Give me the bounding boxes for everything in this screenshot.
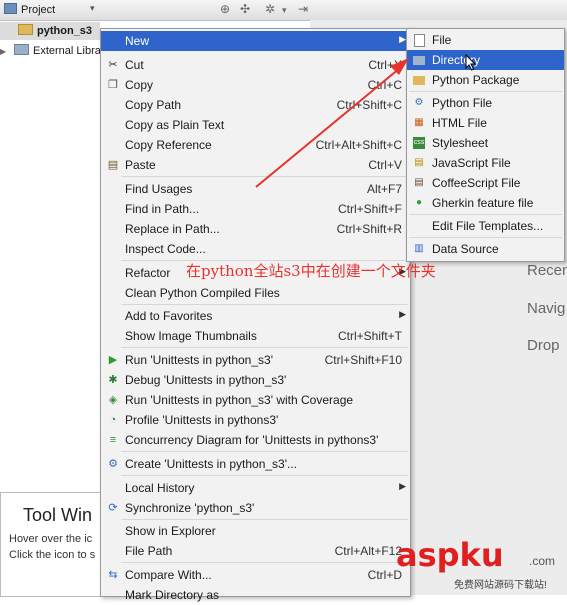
watermark-logo: aspku .com 免费网站源码下载站! [396, 536, 567, 595]
annotation-arrow [255, 58, 409, 188]
watermark-tagline: 免费网站源码下载站! [454, 580, 547, 591]
watermark-brand: aspku [396, 536, 504, 574]
watermark-domain: .com [529, 554, 556, 568]
annotation-text: 在python全站s3中在创建一个文件夹 [186, 262, 436, 280]
